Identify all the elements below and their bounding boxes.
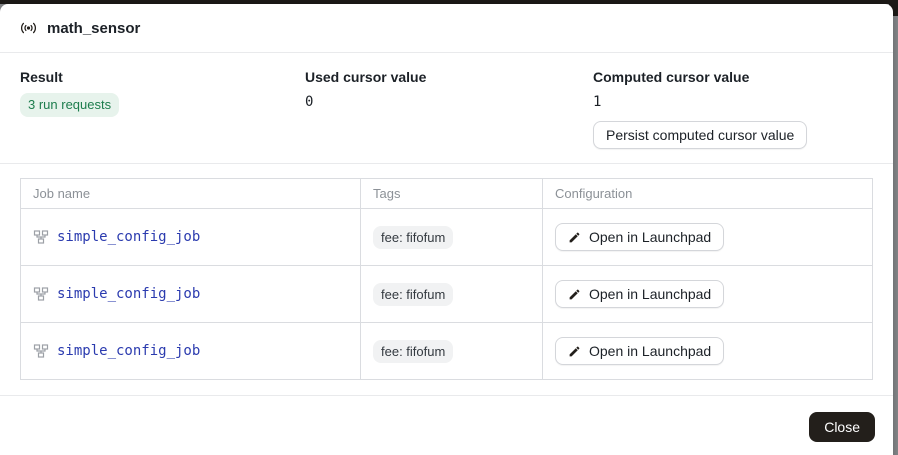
table-row: simple_config_job fee: fifofum Open in L… [21,209,873,266]
computed-cursor-value: 1 [593,93,873,111]
sensor-evaluation-modal: math_sensor Result 3 run requests Used c… [0,4,893,455]
evaluation-summary: Result 3 run requests Used cursor value … [0,53,893,163]
table-row: simple_config_job fee: fifofum Open in L… [21,323,873,380]
column-header-configuration: Configuration [543,179,873,209]
modal-footer: Close [0,396,893,455]
used-cursor-label: Used cursor value [305,69,593,85]
edit-pencil-icon [568,231,581,244]
edit-pencil-icon [568,345,581,358]
computed-cursor-section: Computed cursor value 1 Persist computed… [593,69,873,149]
column-header-job-name: Job name [21,179,361,209]
open-in-launchpad-button[interactable]: Open in Launchpad [555,280,724,308]
column-header-tags: Tags [361,179,543,209]
sensor-signal-icon [20,21,37,35]
result-section: Result 3 run requests [20,69,305,149]
run-requests-table-section: Job name Tags Configuration [0,164,893,380]
edit-pencil-icon [568,288,581,301]
persist-cursor-button[interactable]: Persist computed cursor value [593,121,807,149]
open-in-launchpad-button[interactable]: Open in Launchpad [555,337,724,365]
used-cursor-section: Used cursor value 0 [305,69,593,149]
table-header-row: Job name Tags Configuration [21,179,873,209]
modal-header: math_sensor [0,4,893,53]
computed-cursor-label: Computed cursor value [593,69,873,85]
tag-pill: fee: fifofum [373,283,453,306]
run-requests-badge: 3 run requests [20,93,119,117]
job-graph-icon [33,343,49,359]
job-name-link[interactable]: simple_config_job [57,343,200,359]
result-label: Result [20,69,305,85]
table-row: simple_config_job fee: fifofum Open in L… [21,266,873,323]
job-name-link[interactable]: simple_config_job [57,229,200,245]
tag-pill: fee: fifofum [373,340,453,363]
job-graph-icon [33,286,49,302]
used-cursor-value: 0 [305,93,593,111]
job-graph-icon [33,229,49,245]
open-in-launchpad-button[interactable]: Open in Launchpad [555,223,724,251]
tag-pill: fee: fifofum [373,226,453,249]
page-title: math_sensor [47,20,140,37]
close-button[interactable]: Close [809,412,875,442]
run-requests-table: Job name Tags Configuration [20,178,873,380]
job-name-link[interactable]: simple_config_job [57,286,200,302]
